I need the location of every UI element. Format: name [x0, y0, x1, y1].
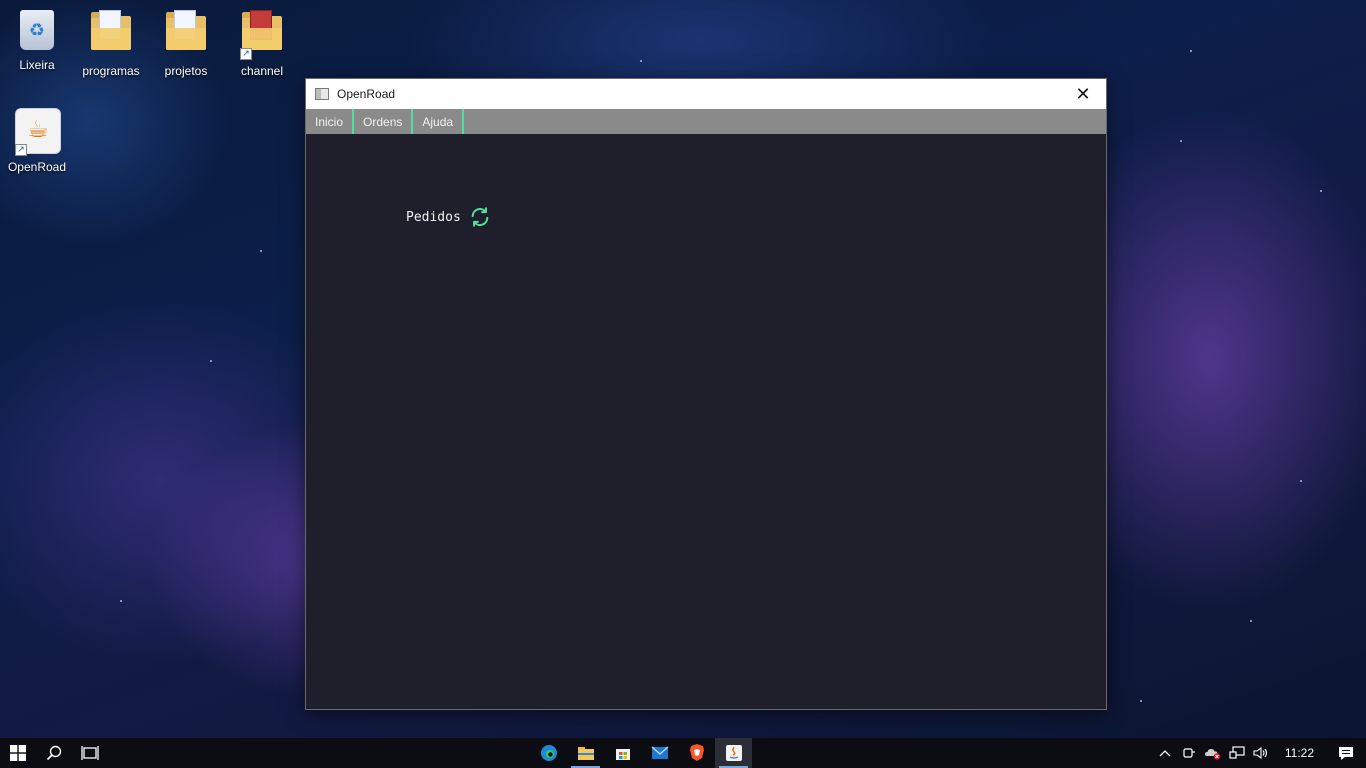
taskbar-app-mail[interactable]	[641, 738, 678, 768]
notification-icon	[1339, 746, 1353, 760]
tray-volume-button[interactable]	[1249, 738, 1273, 768]
tray-onedrive-button[interactable]	[1201, 738, 1225, 768]
java-icon: ☕ ↗	[15, 108, 61, 156]
store-icon	[615, 749, 630, 760]
shortcut-arrow-icon: ↗	[240, 48, 252, 60]
pedidos-section: Pedidos	[406, 206, 491, 228]
show-hidden-icons-button[interactable]	[1153, 738, 1177, 768]
menu-bar: Inicio Ordens Ajuda	[306, 109, 1106, 134]
desktop-icon-lixeira[interactable]: Lixeira	[1, 8, 73, 72]
desktop-icon-projetos[interactable]: projetos	[150, 8, 222, 78]
openroad-window: OpenRoad ✕ Inicio Ordens Ajuda Pedidos	[305, 78, 1107, 710]
task-view-button[interactable]	[72, 738, 108, 768]
recycle-bin-icon	[15, 10, 59, 54]
folder-icon	[164, 10, 208, 60]
onedrive-error-icon	[1204, 749, 1221, 760]
pedidos-label: Pedidos	[406, 209, 461, 225]
window-app-icon	[315, 88, 329, 100]
taskbar-app-edge[interactable]	[530, 738, 567, 768]
refresh-icon[interactable]	[469, 206, 491, 228]
window-titlebar[interactable]: OpenRoad ✕	[306, 79, 1106, 109]
start-button[interactable]	[0, 738, 36, 768]
system-tray: 11:22	[1153, 738, 1366, 768]
taskbar-app-store[interactable]	[604, 738, 641, 768]
menu-item-inicio[interactable]: Inicio	[306, 109, 355, 134]
task-view-icon	[81, 746, 99, 760]
tray-network-button[interactable]	[1225, 738, 1249, 768]
taskbar-app-brave[interactable]	[678, 738, 715, 768]
chevron-up-icon	[1159, 750, 1171, 757]
brave-icon	[689, 744, 704, 761]
shortcut-arrow-icon: ↗	[15, 144, 27, 156]
java-app-icon	[725, 745, 742, 761]
window-title: OpenRoad	[337, 87, 396, 101]
mail-icon	[651, 746, 668, 759]
menu-item-ajuda[interactable]: Ajuda	[413, 109, 465, 134]
desktop-icon-programas[interactable]: programas	[75, 8, 147, 78]
taskbar-app-java[interactable]	[715, 738, 752, 768]
close-icon: ✕	[1075, 83, 1091, 105]
windows-start-icon	[10, 745, 26, 761]
desktop-icon-label: projetos	[164, 64, 208, 78]
search-button[interactable]	[36, 738, 72, 768]
search-icon	[46, 745, 62, 761]
network-icon	[1229, 746, 1245, 759]
desktop-icon-label: channel	[240, 64, 284, 78]
device-icon	[1183, 748, 1195, 758]
taskbar-app-file-explorer[interactable]	[567, 738, 604, 768]
taskbar: 11:22	[0, 738, 1366, 768]
taskbar-clock[interactable]: 11:22	[1273, 746, 1326, 760]
tray-device-button[interactable]	[1177, 738, 1201, 768]
volume-icon	[1253, 746, 1267, 760]
folder-icon	[89, 10, 133, 60]
edge-icon	[540, 745, 557, 761]
file-explorer-icon	[577, 747, 594, 760]
desktop-icon-label: Lixeira	[19, 58, 55, 72]
action-center-button[interactable]	[1326, 738, 1366, 768]
desktop-icon-label: programas	[82, 64, 140, 78]
desktop-icon-label: OpenRoad	[7, 160, 67, 174]
desktop-icon-channel[interactable]: ↗ channel	[226, 8, 298, 78]
desktop-icon-openroad[interactable]: ☕ ↗ OpenRoad	[1, 108, 73, 174]
folder-shortcut-icon: ↗	[240, 10, 284, 60]
main-content: Pedidos	[306, 134, 1106, 709]
menu-item-ordens[interactable]: Ordens	[354, 109, 414, 134]
close-button[interactable]: ✕	[1060, 79, 1106, 109]
